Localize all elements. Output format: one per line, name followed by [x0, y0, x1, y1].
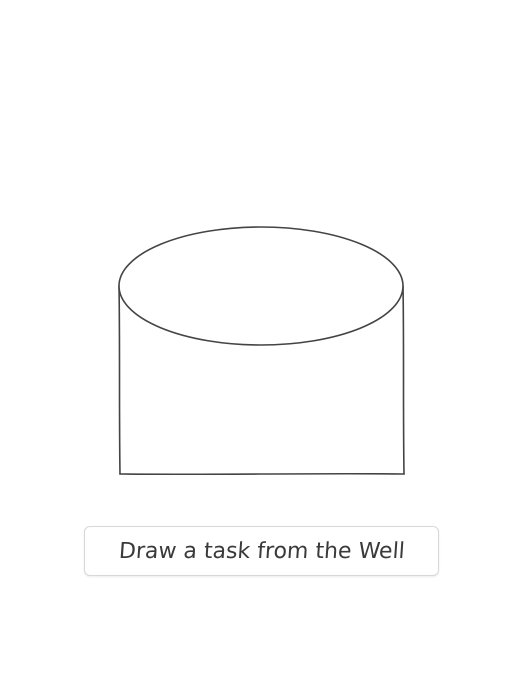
draw-task-button-label: Draw a task from the Well — [117, 538, 406, 564]
draw-task-button[interactable]: Draw a task from the Well — [84, 526, 439, 576]
well-left-wall — [118, 285, 121, 475]
well-opening — [118, 226, 404, 346]
well-bottom — [119, 472, 405, 476]
well-icon[interactable] — [0, 0, 512, 500]
well-right-wall — [402, 285, 405, 475]
well-illustration[interactable] — [0, 0, 512, 500]
